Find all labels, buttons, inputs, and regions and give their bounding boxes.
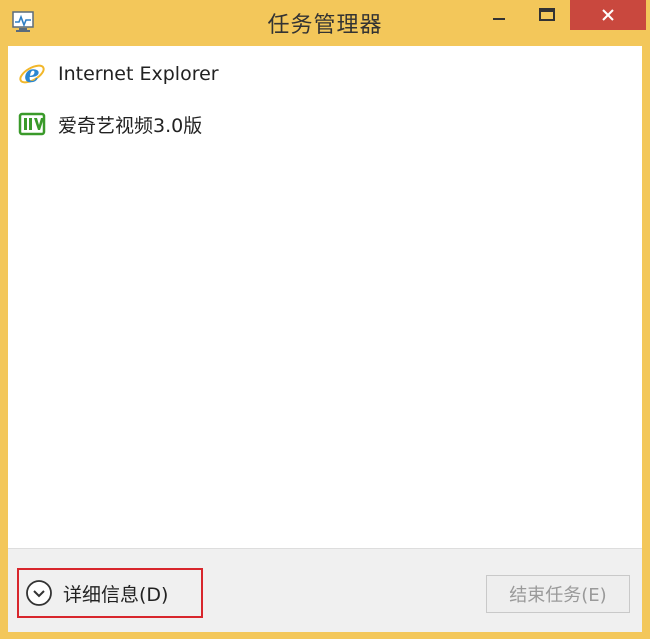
maximize-button[interactable]	[530, 0, 564, 30]
footer-bar: 详细信息(D) 结束任务(E)	[8, 548, 642, 632]
internet-explorer-icon: e	[18, 59, 46, 88]
minimize-button[interactable]	[482, 0, 516, 30]
svg-text:e: e	[24, 60, 39, 88]
close-button[interactable]	[570, 0, 646, 30]
task-manager-window: 任务管理器 e Internet Explorer 爱奇艺视频3.0版 详细信息…	[0, 0, 650, 639]
iqiyi-icon	[18, 110, 46, 138]
minimize-icon	[493, 18, 505, 20]
close-icon	[602, 9, 614, 21]
app-label: 爱奇艺视频3.0版	[58, 114, 203, 137]
list-item[interactable]: 爱奇艺视频3.0版	[8, 100, 642, 148]
list-item[interactable]: e Internet Explorer	[8, 50, 642, 98]
end-task-button[interactable]: 结束任务(E)	[486, 575, 630, 613]
details-toggle-button[interactable]: 详细信息(D)	[17, 568, 203, 618]
app-list: e Internet Explorer 爱奇艺视频3.0版	[8, 46, 642, 548]
chevron-down-circle-icon	[25, 579, 53, 607]
maximize-icon	[539, 8, 555, 21]
app-label: Internet Explorer	[58, 63, 219, 85]
title-bar[interactable]: 任务管理器	[0, 0, 650, 46]
details-label: 详细信息(D)	[63, 583, 169, 606]
